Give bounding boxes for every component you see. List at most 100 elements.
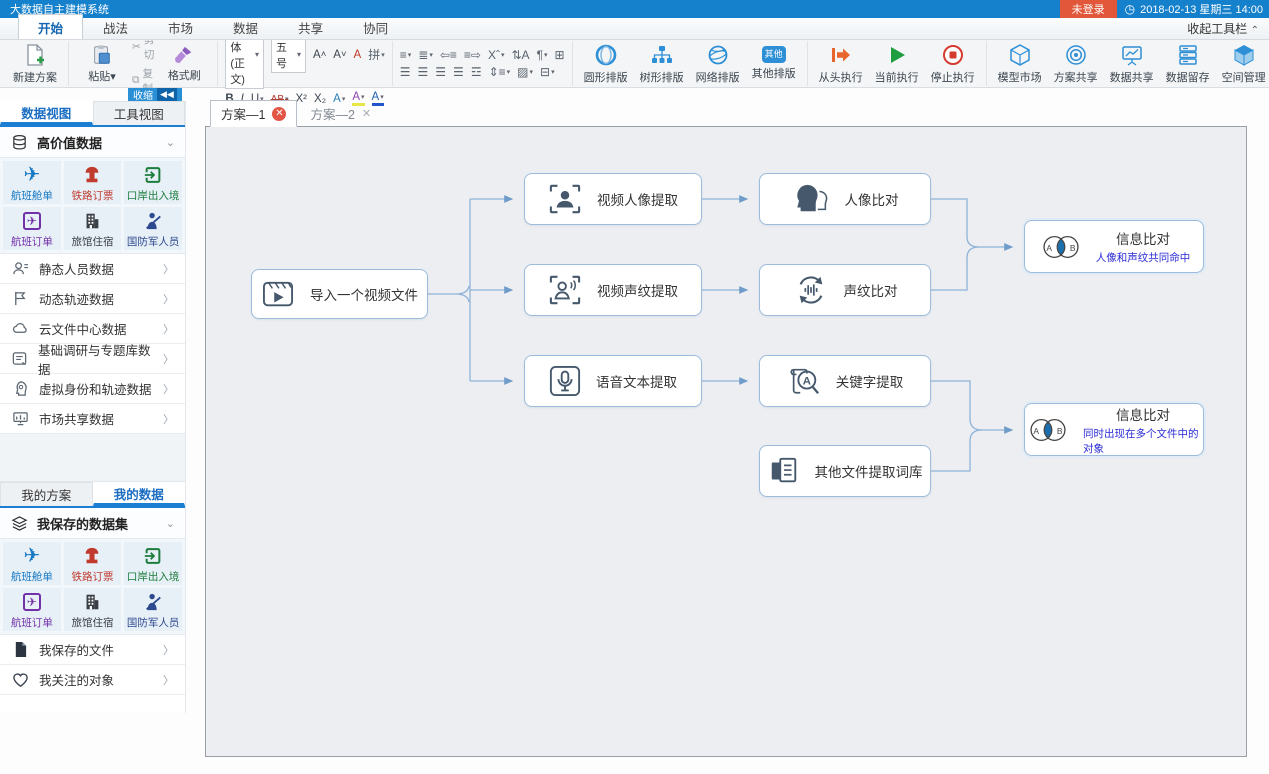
show-marks-button[interactable]: ¶▾: [537, 48, 548, 62]
circle-layout-button[interactable]: 圆形排版: [580, 42, 632, 86]
sidebar-item-dynamic-track-data[interactable]: 动态轨迹数据 〉: [0, 284, 185, 314]
saved-dataset-grid: ✈ 航班舱单 铁路订票 口岸出入境 ✈ 航班订单 旅馆住宿: [0, 539, 185, 635]
dataset-flight-order[interactable]: ✈ 航班订单: [3, 207, 61, 250]
sidebar: 数据视图 工具视图 高价值数据 ⌄ ✈ 航班舱单 铁路订票 口岸出入境 ✈ 航班: [0, 101, 186, 713]
double-left-arrow-icon: ◀◀: [157, 88, 177, 101]
sidebar-item-static-person-data[interactable]: 静态人员数据 〉: [0, 254, 185, 284]
sidebar-view-tabs: 数据视图 工具视图: [0, 101, 185, 127]
model-market-button[interactable]: 模型市场: [994, 42, 1046, 86]
dataset-flight-manifest[interactable]: ✈ 航班舱单: [3, 542, 61, 585]
borders-button[interactable]: ⊟▾: [540, 65, 555, 79]
sidebar-item-research-library-data[interactable]: 基础调研与专题库数据 〉: [0, 344, 185, 374]
other-layout-icon: 其他: [762, 46, 786, 63]
sidebar-collapse-button[interactable]: 收缩 ◀◀: [128, 88, 182, 101]
decrease-indent-button[interactable]: ⇦≡: [440, 48, 457, 62]
tab-tool-view[interactable]: 工具视图: [93, 101, 186, 125]
menu-tab-collab[interactable]: 协同: [343, 14, 408, 39]
tab-my-plans[interactable]: 我的方案: [0, 482, 93, 506]
new-plan-button[interactable]: 新建方案: [9, 42, 61, 86]
tab-data-view[interactable]: 数据视图: [0, 101, 93, 125]
numbered-list-button[interactable]: ≣▾: [418, 48, 433, 62]
plane-ticket-icon: ✈: [23, 590, 41, 614]
face-compare-icon: [792, 182, 830, 216]
node-speech-to-text-extraction[interactable]: 语音文本提取: [524, 355, 702, 407]
flow-canvas[interactable]: 导入一个视频文件 视频人像提取 人像比对 视频声纹提取 声纹比对 语音文本提取 …: [205, 126, 1247, 757]
section-high-value-data[interactable]: 高价值数据 ⌄: [0, 127, 185, 158]
dataset-rail-ticket[interactable]: 铁路订票: [64, 542, 122, 585]
sidebar-item-my-saved-files[interactable]: 我保存的文件 〉: [0, 635, 185, 665]
data-share-button[interactable]: 数据共享: [1106, 42, 1158, 86]
section-saved-datasets[interactable]: 我保存的数据集 ⌄: [0, 508, 185, 539]
grow-font-button[interactable]: A˄: [313, 49, 326, 61]
stop-exec-button[interactable]: 停止执行: [927, 42, 979, 86]
node-keyword-extraction[interactable]: A 关键字提取: [759, 355, 931, 407]
align-justify-icon[interactable]: ☰: [453, 65, 464, 79]
dataset-hotel-stay[interactable]: 旅馆住宿: [64, 588, 122, 631]
close-tab-icon[interactable]: ✕: [272, 107, 286, 121]
bullet-list-button[interactable]: ≡▾: [400, 48, 412, 62]
node-import-video-file[interactable]: 导入一个视频文件: [251, 269, 428, 319]
shrink-font-button[interactable]: A˅: [333, 49, 346, 61]
sidebar-item-market-shared-data[interactable]: 市场共享数据 〉: [0, 404, 185, 434]
border-crossing-icon: [143, 163, 163, 187]
other-layout-button[interactable]: 其他 其他排版: [748, 45, 800, 82]
run-current-button[interactable]: 当前执行: [871, 42, 923, 86]
workspace-tab-plan2[interactable]: 方案—2 ✕: [300, 100, 381, 127]
menu-tab-data[interactable]: 数据: [213, 14, 278, 39]
menu-tab-tactics[interactable]: 战法: [83, 14, 148, 39]
node-info-compare-multi-file[interactable]: AB 信息比对 同时出现在多个文件中的对象: [1024, 403, 1204, 456]
distribute-icon[interactable]: ☲: [471, 65, 482, 79]
stop-icon: [941, 43, 965, 67]
dataset-military-personnel[interactable]: 国防军人员: [124, 207, 182, 250]
phonetic-guide-button[interactable]: 拼▾: [368, 46, 385, 63]
align-left-icon[interactable]: ☰: [400, 65, 411, 79]
target-icon: [1064, 43, 1088, 67]
run-from-start-button[interactable]: 从头执行: [815, 42, 867, 86]
node-video-face-extraction[interactable]: 视频人像提取: [524, 173, 702, 225]
close-tab-icon[interactable]: ✕: [362, 107, 371, 120]
dataset-military-personnel[interactable]: 国防军人员: [124, 588, 182, 631]
keyword-search-icon: A: [787, 365, 821, 397]
node-voiceprint-compare[interactable]: 声纹比对: [759, 264, 931, 316]
table-button[interactable]: ⊞: [555, 48, 565, 62]
dataset-border-entry-exit[interactable]: 口岸出入境: [124, 542, 182, 585]
tab-my-data[interactable]: 我的数据: [93, 482, 186, 506]
dataset-rail-ticket[interactable]: 铁路订票: [64, 161, 122, 204]
login-status-badge[interactable]: 未登录: [1060, 0, 1117, 18]
venn-diagram-icon: AB: [1025, 414, 1071, 446]
microphone-icon: [549, 365, 581, 397]
dataset-flight-manifest[interactable]: ✈ 航班舱单: [3, 161, 61, 204]
dataset-flight-order[interactable]: ✈ 航班订单: [3, 588, 61, 631]
sort-button[interactable]: ⇅A: [512, 48, 530, 62]
workspace-tab-plan1[interactable]: 方案—1 ✕: [210, 100, 297, 127]
sidebar-item-virtual-identity-data[interactable]: 虚拟身份和轨迹数据 〉: [0, 374, 185, 404]
align-center-icon[interactable]: ☰: [418, 65, 429, 79]
node-video-voiceprint-extraction[interactable]: 视频声纹提取: [524, 264, 702, 316]
increase-indent-button[interactable]: ≡⇨: [464, 48, 481, 62]
plan-share-button[interactable]: 方案共享: [1050, 42, 1102, 86]
clear-format-button[interactable]: A: [354, 49, 362, 61]
collapse-toolbar-button[interactable]: 收起工具栏 ⌃: [1187, 20, 1259, 37]
font-size-select[interactable]: 五号▾: [271, 37, 306, 73]
line-spacing-button[interactable]: ⇕≡▾: [489, 65, 511, 79]
dataset-border-entry-exit[interactable]: 口岸出入境: [124, 161, 182, 204]
node-face-compare[interactable]: 人像比对: [759, 173, 931, 225]
sidebar-item-my-followed-objects[interactable]: 我关注的对象 〉: [0, 665, 185, 695]
paste-button[interactable]: 粘贴▾: [76, 43, 128, 85]
node-other-files-lexicon[interactable]: 其他文件提取词库: [759, 445, 931, 497]
format-painter-button[interactable]: 格式刷: [158, 44, 210, 84]
network-layout-button[interactable]: 网络排版: [692, 42, 744, 86]
menu-tab-share[interactable]: 共享: [278, 14, 343, 39]
dataset-hotel-stay[interactable]: 旅馆住宿: [64, 207, 122, 250]
align-right-icon[interactable]: ☰: [435, 65, 446, 79]
asian-layout-button[interactable]: Xˆ▾: [488, 48, 505, 62]
layers-icon: [10, 515, 28, 532]
data-retention-button[interactable]: 数据留存: [1162, 42, 1214, 86]
toolbar-group-new: 新建方案: [2, 41, 69, 86]
shading-button[interactable]: ▨▾: [517, 65, 533, 79]
tree-layout-button[interactable]: 树形排版: [636, 42, 688, 86]
space-mgmt-button[interactable]: 空间管理: [1218, 42, 1269, 86]
menu-tab-start[interactable]: 开始: [18, 14, 83, 39]
menu-tab-market[interactable]: 市场: [148, 14, 213, 39]
node-info-compare-face-voice[interactable]: AB 信息比对 人像和声纹共同命中: [1024, 220, 1204, 273]
